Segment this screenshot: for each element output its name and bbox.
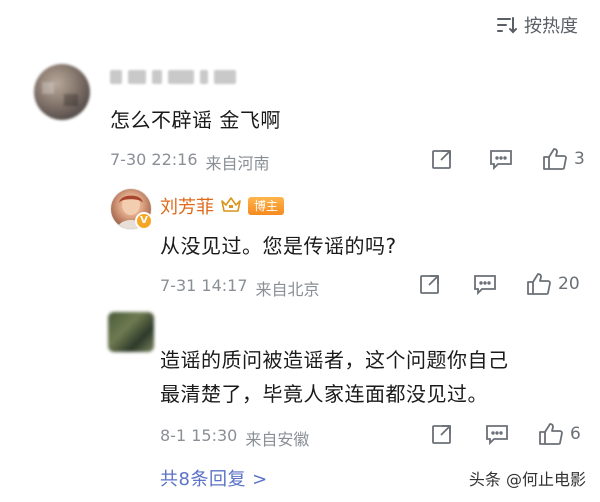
share-icon[interactable] (430, 147, 454, 171)
blogger-username[interactable]: 刘芳菲 (160, 193, 214, 219)
reply-text-line-2: 最清楚了，毕竟人家连面都没见过。 (160, 382, 488, 406)
like-icon[interactable] (526, 271, 552, 297)
verified-badge-icon: V (135, 212, 153, 230)
reply-actions: 6 (430, 421, 581, 447)
sort-icon (496, 15, 518, 35)
reply-meta: 7-31 14:17 来自北京 (160, 276, 320, 300)
like-icon[interactable] (542, 146, 568, 172)
reply-location: 来自安徽 (245, 430, 310, 449)
watermark-text: 头条 @何止电影 (468, 470, 586, 489)
like-count: 3 (574, 149, 585, 169)
reply-actions: 20 (418, 271, 580, 297)
comment-actions: 3 (430, 146, 585, 172)
like-icon[interactable] (538, 421, 564, 447)
reply-icon[interactable] (488, 147, 514, 171)
reply-location: 来自北京 (255, 280, 320, 299)
watermark: 头条 @何止电影 (469, 466, 586, 490)
reply-time: 7-31 14:17 (160, 276, 248, 295)
comment-time: 7-30 22:16 (110, 150, 198, 169)
comment-meta: 7-30 22:16 来自河南 (110, 150, 270, 174)
avatar[interactable] (108, 312, 154, 352)
blogger-name-row: 刘芳菲 博主 (160, 193, 285, 219)
like-count: 20 (558, 274, 580, 294)
blogger-badge: 博主 (248, 197, 285, 215)
comment-location: 来自河南 (205, 154, 270, 173)
reply-text-line-1: 造谣的质问被造谣者，这个问题你自己 (160, 348, 509, 372)
like-count: 6 (570, 424, 581, 444)
reply-text: 从没见过。您是传谣的吗? (160, 234, 397, 258)
sort-by-heat-button[interactable]: 按热度 (496, 12, 578, 38)
username-blurred[interactable] (110, 70, 236, 84)
share-icon[interactable] (418, 272, 442, 296)
sort-label: 按热度 (524, 16, 578, 37)
reply-icon[interactable] (484, 422, 510, 446)
comment-text: 怎么不辟谣 金飞啊 (110, 108, 281, 132)
share-icon[interactable] (430, 422, 454, 446)
reply-time: 8-1 15:30 (160, 426, 238, 445)
crown-icon (220, 195, 242, 218)
avatar[interactable] (34, 64, 90, 120)
view-all-replies-link[interactable]: 共8条回复 > (160, 465, 268, 491)
reply-icon[interactable] (472, 272, 498, 296)
reply-meta: 8-1 15:30 来自安徽 (160, 426, 309, 450)
